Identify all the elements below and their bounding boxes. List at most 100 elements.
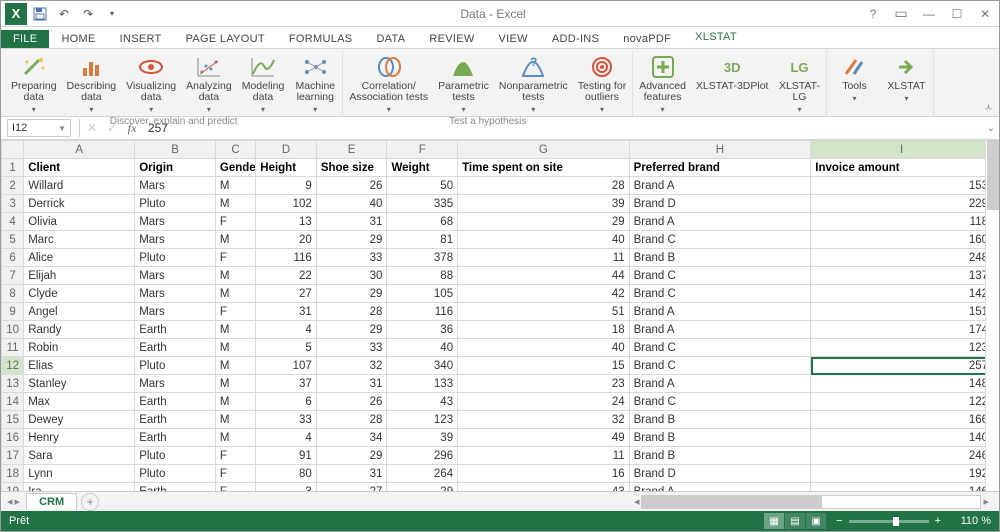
- cell[interactable]: Brand A: [629, 177, 811, 195]
- cell[interactable]: Max: [24, 393, 135, 411]
- row-header[interactable]: 17: [2, 447, 24, 465]
- cell[interactable]: Angel: [24, 303, 135, 321]
- cell[interactable]: 248: [811, 249, 993, 267]
- help-button[interactable]: ?: [859, 1, 887, 27]
- cell[interactable]: M: [215, 195, 255, 213]
- analyzing-data-button[interactable]: Analyzing data▾: [184, 53, 234, 116]
- row-header[interactable]: 16: [2, 429, 24, 447]
- cell[interactable]: Weight: [387, 159, 458, 177]
- cell[interactable]: Shoe size: [316, 159, 387, 177]
- cell[interactable]: 29: [387, 483, 458, 492]
- cell[interactable]: 49: [458, 429, 630, 447]
- row-header[interactable]: 13: [2, 375, 24, 393]
- cell[interactable]: 31: [316, 213, 387, 231]
- cell[interactable]: 33: [316, 339, 387, 357]
- cell[interactable]: Earth: [135, 393, 216, 411]
- cell[interactable]: 146: [811, 483, 993, 492]
- cell[interactable]: Brand A: [629, 375, 811, 393]
- row-header[interactable]: 7: [2, 267, 24, 285]
- tab-insert[interactable]: INSERT: [108, 30, 174, 48]
- cell[interactable]: 91: [256, 447, 317, 465]
- xlstat-3dplot-button[interactable]: 3DXLSTAT-3DPlot: [694, 53, 771, 94]
- cell[interactable]: M: [215, 321, 255, 339]
- cell[interactable]: M: [215, 285, 255, 303]
- cell[interactable]: 20: [256, 231, 317, 249]
- cell[interactable]: 378: [387, 249, 458, 267]
- cell[interactable]: 137: [811, 267, 993, 285]
- cell[interactable]: F: [215, 303, 255, 321]
- cell[interactable]: 88: [387, 267, 458, 285]
- correlation-tests-button[interactable]: Correlation/ Association tests▾: [347, 53, 430, 116]
- cell[interactable]: Brand A: [629, 303, 811, 321]
- cell[interactable]: Height: [256, 159, 317, 177]
- cell[interactable]: M: [215, 177, 255, 195]
- vertical-scrollbar[interactable]: [985, 140, 999, 491]
- cell[interactable]: 29: [458, 213, 630, 231]
- cell[interactable]: 9: [256, 177, 317, 195]
- cell[interactable]: Henry: [24, 429, 135, 447]
- cell[interactable]: 116: [387, 303, 458, 321]
- row-header[interactable]: 18: [2, 465, 24, 483]
- cell[interactable]: 142: [811, 285, 993, 303]
- describing-data-button[interactable]: Describing data▾: [65, 53, 119, 116]
- cell[interactable]: 18: [458, 321, 630, 339]
- cell[interactable]: Marc: [24, 231, 135, 249]
- tab-formulas[interactable]: FORMULAS: [277, 30, 365, 48]
- cell[interactable]: 116: [256, 249, 317, 267]
- cell[interactable]: 105: [387, 285, 458, 303]
- cell[interactable]: Brand A: [629, 483, 811, 492]
- cell[interactable]: Time spent on site: [458, 159, 630, 177]
- cell[interactable]: 40: [316, 195, 387, 213]
- row-header[interactable]: 11: [2, 339, 24, 357]
- qat-customize-button[interactable]: ▾: [101, 3, 123, 25]
- xlstat-button[interactable]: XLSTAT▾: [883, 53, 929, 105]
- select-all-corner[interactable]: [2, 141, 24, 159]
- cell[interactable]: 34: [316, 429, 387, 447]
- row-header[interactable]: 4: [2, 213, 24, 231]
- cell[interactable]: 24: [458, 393, 630, 411]
- cell[interactable]: 11: [458, 249, 630, 267]
- cell[interactable]: 42: [458, 285, 630, 303]
- cell[interactable]: Mars: [135, 231, 216, 249]
- cell[interactable]: F: [215, 249, 255, 267]
- cell[interactable]: Willard: [24, 177, 135, 195]
- name-box[interactable]: I12▼: [7, 119, 71, 137]
- cell[interactable]: 37: [256, 375, 317, 393]
- zoom-slider[interactable]: [849, 520, 929, 523]
- cell[interactable]: 174: [811, 321, 993, 339]
- machine-learning-button[interactable]: Machine learning▾: [292, 53, 338, 116]
- sheet-tab-crm[interactable]: CRM: [26, 493, 77, 510]
- cell[interactable]: 31: [256, 303, 317, 321]
- cell[interactable]: Robin: [24, 339, 135, 357]
- cell[interactable]: M: [215, 231, 255, 249]
- row-header[interactable]: 5: [2, 231, 24, 249]
- cell[interactable]: Pluto: [135, 447, 216, 465]
- cell[interactable]: M: [215, 375, 255, 393]
- row-header[interactable]: 8: [2, 285, 24, 303]
- cell[interactable]: 40: [458, 339, 630, 357]
- cell[interactable]: 123: [811, 339, 993, 357]
- cell[interactable]: 39: [458, 195, 630, 213]
- cell[interactable]: 29: [316, 285, 387, 303]
- cell[interactable]: Brand A: [629, 321, 811, 339]
- cell[interactable]: Olivia: [24, 213, 135, 231]
- cell[interactable]: Preferred brand: [629, 159, 811, 177]
- cell[interactable]: Clyde: [24, 285, 135, 303]
- undo-button[interactable]: ↶: [53, 3, 75, 25]
- cell[interactable]: Earth: [135, 429, 216, 447]
- cell[interactable]: 43: [387, 393, 458, 411]
- cell[interactable]: 6: [256, 393, 317, 411]
- cell[interactable]: 23: [458, 375, 630, 393]
- cell[interactable]: 28: [316, 411, 387, 429]
- ribbon-collapse-button[interactable]: ㅅ: [984, 99, 993, 114]
- row-header[interactable]: 9: [2, 303, 24, 321]
- cell[interactable]: 340: [387, 357, 458, 375]
- cell[interactable]: 246: [811, 447, 993, 465]
- tools-button[interactable]: Tools▾: [831, 53, 877, 105]
- cell[interactable]: 5: [256, 339, 317, 357]
- cell[interactable]: Stanley: [24, 375, 135, 393]
- ribbon-options-button[interactable]: ▭: [887, 1, 915, 27]
- cell[interactable]: 22: [256, 267, 317, 285]
- cell[interactable]: Brand C: [629, 393, 811, 411]
- cell[interactable]: 26: [316, 393, 387, 411]
